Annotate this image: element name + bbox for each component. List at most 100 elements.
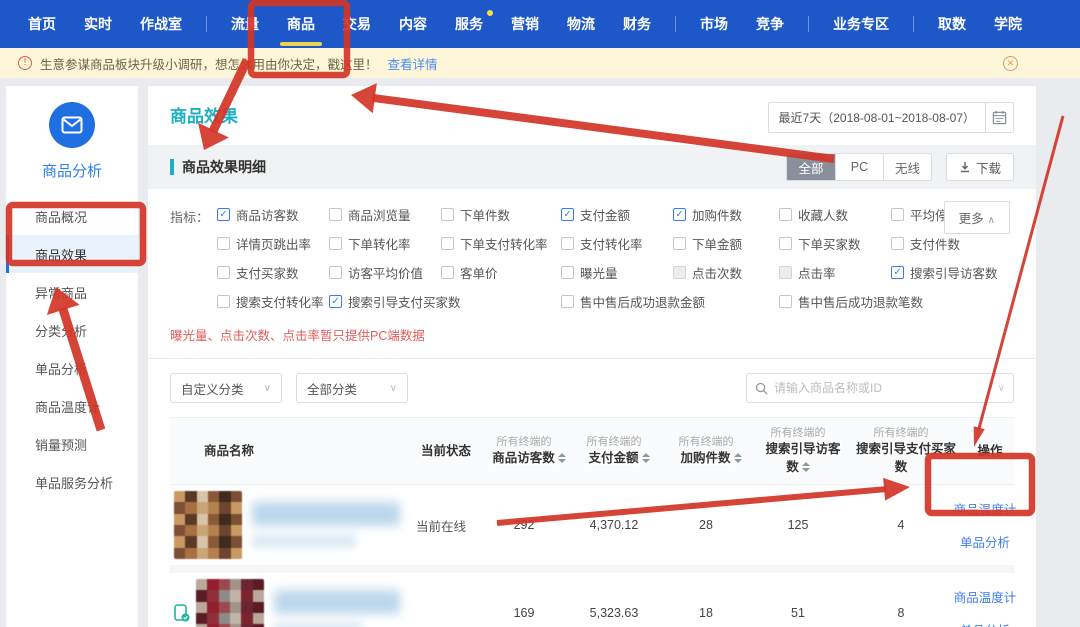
sort-icon[interactable] [734, 453, 742, 463]
nav-item-市场[interactable]: 市场 [686, 0, 742, 48]
sidebar-item-异常商品[interactable]: 异常商品 [6, 273, 138, 311]
product-table: 商品名称当前状态所有终端的商品访客数所有终端的支付金额所有终端的加购件数所有终端… [170, 417, 1014, 627]
tab-PC[interactable]: PC [835, 154, 883, 180]
column-header-main: 商品访客数 [492, 451, 555, 465]
tab-无线[interactable]: 无线 [883, 154, 931, 180]
indicator-checkbox-下单转化率[interactable]: 下单转化率 [329, 234, 441, 253]
notice-bar: ! 生意参谋商品板块升级小调研，想怎么用由你决定，戳这里！ 查看详情 ✕ [0, 48, 1080, 78]
indicator-checkbox-下单支付转化率[interactable]: 下单支付转化率 [441, 234, 561, 253]
nav-item-实时[interactable]: 实时 [70, 0, 126, 48]
checkbox-icon [561, 266, 574, 279]
column-header-支付金额[interactable]: 所有终端的支付金额 [566, 435, 662, 467]
action-link-单品分析[interactable]: 单品分析 [960, 532, 1010, 551]
sidebar-item-销量预测[interactable]: 销量预测 [6, 425, 138, 463]
indicator-checkbox-详情页跳出率[interactable]: 详情页跳出率 [217, 234, 329, 253]
indicator-checkbox-支付金额[interactable]: ✓支付金额 [561, 205, 673, 224]
indicator-checkbox-售中售后成功退款金额[interactable]: 售中售后成功退款金额 [561, 292, 779, 311]
indicator-checkbox-加购件数[interactable]: ✓加购件数 [673, 205, 779, 224]
action-link-商品温度计[interactable]: 商品温度计 [954, 499, 1017, 518]
indicator-label-text: 下单买家数 [798, 234, 861, 253]
indicator-checkbox-客单价[interactable]: 客单价 [441, 263, 561, 282]
indicator-checkbox-收藏人数[interactable]: 收藏人数 [779, 205, 891, 224]
column-header-搜索引导访客数[interactable]: 所有终端的搜索引导访客数 [750, 426, 846, 476]
action-link-商品温度计[interactable]: 商品温度计 [954, 587, 1017, 606]
nav-item-首页[interactable]: 首页 [14, 0, 70, 48]
indicator-label-text: 下单支付转化率 [460, 234, 548, 253]
visitors-value: 169 [482, 606, 566, 620]
date-range-button[interactable]: 最近7天（2018-08-01~2018-08-07） [768, 102, 986, 133]
indicator-label-text: 支付金额 [580, 205, 630, 224]
nav-item-竞争[interactable]: 竞争 [742, 0, 798, 48]
indicator-checkbox-访客平均价值[interactable]: 访客平均价值 [329, 263, 441, 282]
sort-icon[interactable] [802, 462, 810, 472]
checkbox-icon [441, 208, 454, 221]
indicator-checkbox-搜索引导支付买家数[interactable]: ✓搜索引导支付买家数 [329, 292, 561, 311]
sort-icon[interactable] [642, 453, 650, 463]
all-category-dropdown[interactable]: 全部分类∨ [296, 373, 408, 403]
calendar-icon[interactable] [986, 102, 1014, 133]
indicator-checkbox-曝光量[interactable]: 曝光量 [561, 263, 673, 282]
column-header-main: 商品名称 [204, 444, 254, 458]
chevron-down-icon: ∨ [264, 383, 271, 394]
search-input[interactable] [774, 381, 998, 395]
indicator-checkbox-支付件数[interactable]: 支付件数 [891, 234, 1033, 253]
sidebar-item-单品分析[interactable]: 单品分析 [6, 349, 138, 387]
sidebar-item-商品温度计[interactable]: 商品温度计 [6, 387, 138, 425]
indicator-checkbox-支付买家数[interactable]: 支付买家数 [217, 263, 329, 282]
indicator-checkbox-点击率[interactable]: 点击率 [779, 263, 891, 282]
nav-item-商品[interactable]: 商品 [273, 0, 329, 48]
checkbox-checked-icon: ✓ [217, 208, 230, 221]
indicator-label-text: 搜索支付转化率 [236, 292, 324, 311]
tab-全部[interactable]: 全部 [787, 154, 835, 180]
product-name-blurred[interactable] [274, 590, 400, 627]
indicator-checkbox-搜索支付转化率[interactable]: 搜索支付转化率 [217, 292, 329, 311]
search-buyers-value: 8 [846, 606, 956, 620]
nav-item-作战室[interactable]: 作战室 [126, 0, 196, 48]
indicator-checkbox-商品浏览量[interactable]: 商品浏览量 [329, 205, 441, 224]
nav-item-内容[interactable]: 内容 [385, 0, 441, 48]
indicator-checkbox-下单件数[interactable]: 下单件数 [441, 205, 561, 224]
nav-item-营销[interactable]: 营销 [497, 0, 553, 48]
nav-item-业务专区[interactable]: 业务专区 [819, 0, 903, 48]
indicator-label-text: 加购件数 [692, 205, 742, 224]
download-button[interactable]: 下载 [946, 153, 1014, 181]
sidebar-item-单品服务分析[interactable]: 单品服务分析 [6, 463, 138, 501]
indicator-checkbox-下单金额[interactable]: 下单金额 [673, 234, 779, 253]
nav-item-服务[interactable]: 服务 [441, 0, 497, 48]
actions-cell: 商品温度计单品分析 [956, 587, 1014, 627]
indicator-checkbox-支付转化率[interactable]: 支付转化率 [561, 234, 673, 253]
nav-item-取数[interactable]: 取数 [924, 0, 980, 48]
nav-item-学院[interactable]: 学院 [980, 0, 1036, 48]
nav-item-流量[interactable]: 流量 [217, 0, 273, 48]
indicator-checkbox-点击次数[interactable]: 点击次数 [673, 263, 779, 282]
nav-item-物流[interactable]: 物流 [553, 0, 609, 48]
close-icon[interactable]: ✕ [1003, 56, 1018, 71]
cart-items-value: 28 [662, 518, 750, 532]
product-name-blurred[interactable] [252, 502, 400, 548]
column-header-搜索引导支付买家数: 所有终端的搜索引导支付买家数 [846, 426, 956, 476]
chevron-down-icon: ∨ [390, 383, 397, 394]
section-bar: 商品效果明细 全部PC无线 下载 [148, 145, 1036, 189]
sidebar-item-分类分析[interactable]: 分类分析 [6, 311, 138, 349]
column-header-商品访客数[interactable]: 所有终端的商品访客数 [482, 435, 566, 467]
checkbox-icon [673, 237, 686, 250]
indicator-checkbox-下单买家数[interactable]: 下单买家数 [779, 234, 891, 253]
column-header-加购件数[interactable]: 所有终端的加购件数 [662, 435, 750, 467]
product-thumbnail [174, 491, 242, 559]
sort-icon[interactable] [558, 453, 566, 463]
indicator-checkbox-售中售后成功退款笔数[interactable]: 售中售后成功退款笔数 [779, 292, 1033, 311]
notice-detail-link[interactable]: 查看详情 [388, 54, 438, 73]
more-button[interactable]: 更多∧ [944, 201, 1010, 234]
indicator-checkbox-商品访客数[interactable]: ✓商品访客数 [217, 205, 329, 224]
nav-item-交易[interactable]: 交易 [329, 0, 385, 48]
payment-value: 5,323.63 [566, 606, 662, 620]
action-link-单品分析[interactable]: 单品分析 [960, 620, 1010, 627]
sidebar-item-商品概况[interactable]: 商品概况 [6, 197, 138, 235]
sidebar-item-商品效果[interactable]: 商品效果 [6, 235, 138, 273]
nav-item-财务[interactable]: 财务 [609, 0, 665, 48]
custom-category-dropdown[interactable]: 自定义分类∨ [170, 373, 282, 403]
indicator-label: 指标： [170, 205, 209, 311]
column-header-当前状态: 当前状态 [400, 442, 482, 460]
indicator-checkbox-搜索引导访客数[interactable]: ✓搜索引导访客数 [891, 263, 1033, 282]
checkbox-icon [441, 237, 454, 250]
